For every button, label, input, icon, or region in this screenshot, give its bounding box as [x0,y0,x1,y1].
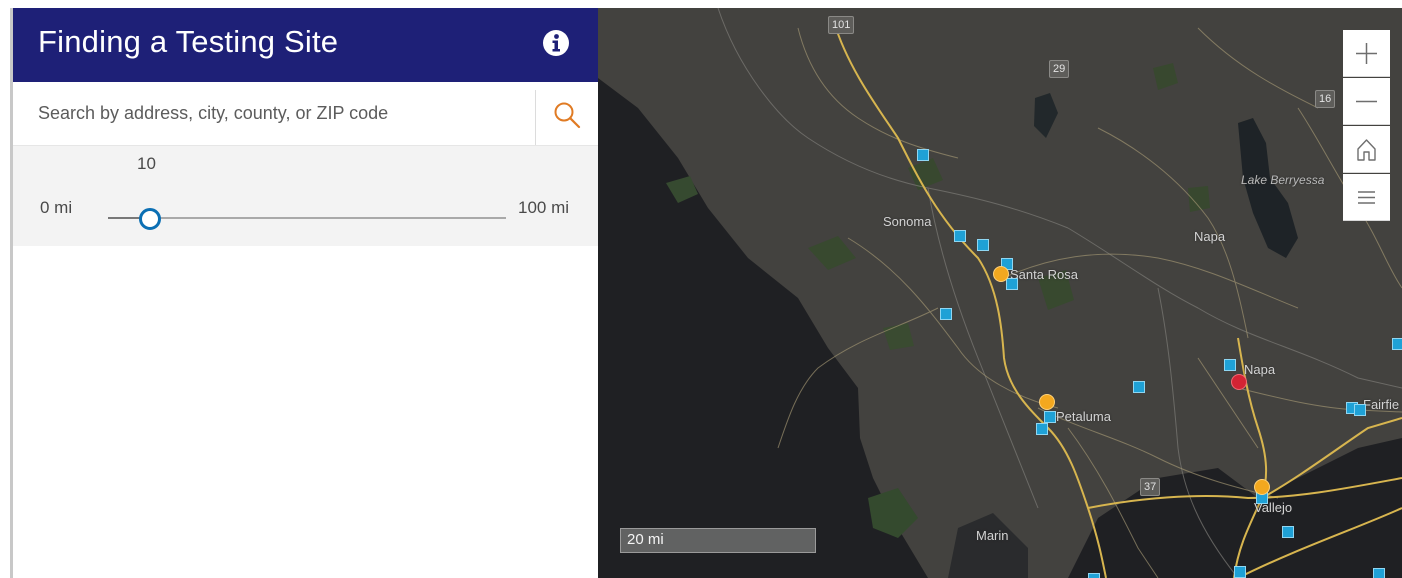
testing-site-marker[interactable] [1044,411,1056,423]
slider-min-label: 0 mi [40,198,73,217]
map-controls [1343,30,1390,222]
distance-filter: 10 0 mi 100 mi [13,146,598,246]
testing-site-marker[interactable] [1354,404,1366,416]
minus-icon [1356,100,1377,103]
page-top-border [0,0,1402,8]
testing-site-marker[interactable] [977,239,989,251]
basemap [598,8,1402,578]
place-label-fairfield: Fairfie [1363,397,1400,412]
app-header: Finding a Testing Site [13,8,598,82]
testing-site-marker[interactable] [917,149,929,161]
place-label-lake-berryessa: Lake Berryessa [1241,173,1325,187]
testing-site-marker-circle[interactable] [1039,394,1055,410]
testing-site-marker[interactable] [1133,381,1145,393]
app-title: Finding a Testing Site [38,24,339,59]
testing-site-marker-circle[interactable] [993,266,1009,282]
place-label-marin: Marin [976,528,1009,543]
map-view[interactable]: 101 29 16 37 Sonoma Santa Rosa Napa Napa… [598,8,1402,578]
testing-site-marker[interactable] [1006,278,1018,290]
highway-16-shield: 16 [1315,90,1336,108]
testing-site-marker[interactable] [1282,526,1294,538]
selected-testing-site-marker[interactable] [1231,374,1247,390]
scale-bar-label: 20 mi [627,531,664,548]
place-label-sonoma: Sonoma [883,214,932,229]
testing-site-marker[interactable] [1234,566,1246,578]
search-button[interactable] [535,90,599,145]
search-icon [554,102,581,129]
place-label-napa-region: Napa [1194,229,1226,244]
search-input[interactable] [13,82,535,145]
distance-slider[interactable] [108,208,506,230]
zoom-out-button[interactable] [1343,78,1390,125]
highway-101-shield: 101 [828,16,855,34]
sidebar-panel: Finding a Testing Site 10 0 mi 100 mi [13,8,598,578]
testing-site-marker[interactable] [1088,573,1100,578]
slider-max-label: 100 mi [518,198,570,217]
slider-track-line [108,217,506,219]
home-button[interactable] [1343,126,1390,173]
testing-site-marker-circle[interactable] [1254,479,1270,495]
info-circle-icon [543,30,569,56]
testing-site-marker[interactable] [1392,338,1402,350]
testing-site-marker[interactable] [1373,568,1385,578]
slider-value-label: 10 [137,154,156,173]
slider-handle[interactable] [138,208,161,230]
testing-site-marker[interactable] [940,308,952,320]
place-label-santa-rosa: Santa Rosa [1010,267,1078,282]
testing-site-marker[interactable] [1224,359,1236,371]
search-bar [13,82,598,146]
home-icon [1357,139,1376,161]
testing-site-marker[interactable] [954,230,966,242]
testing-site-marker[interactable] [1036,423,1048,435]
place-label-petaluma: Petaluma [1056,409,1111,424]
info-button[interactable] [542,29,570,57]
plus-icon [1356,43,1377,64]
list-icon [1358,191,1375,204]
place-label-napa-city: Napa [1244,362,1276,377]
zoom-in-button[interactable] [1343,30,1390,77]
highway-29-shield: 29 [1049,60,1070,78]
scale-bar: 20 mi [620,528,816,553]
highway-37-shield: 37 [1140,478,1161,496]
layer-list-button[interactable] [1343,174,1390,221]
